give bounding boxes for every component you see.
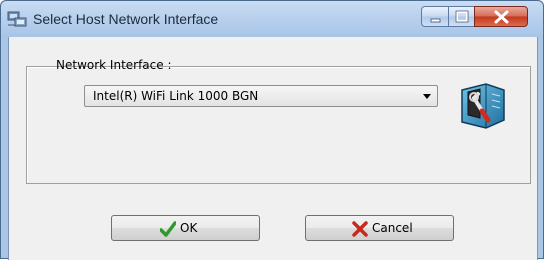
tools-wrench-icon xyxy=(456,80,508,132)
ok-button-label: OK xyxy=(180,221,198,235)
minimize-icon xyxy=(430,18,441,23)
window-title: Select Host Network Interface xyxy=(33,11,219,27)
close-icon xyxy=(494,10,509,24)
network-host-icon xyxy=(7,10,27,28)
dialog-window: Select Host Network Interface Network In… xyxy=(0,0,544,260)
chevron-down-icon[interactable] xyxy=(423,94,431,99)
maximize-button[interactable] xyxy=(448,6,475,27)
x-cross-icon xyxy=(352,221,368,237)
network-interface-dropdown[interactable]: Intel(R) WiFi Link 1000 BGN xyxy=(84,85,438,107)
network-interface-value: Intel(R) WiFi Link 1000 BGN xyxy=(93,89,259,103)
network-interface-label: Network Interface : xyxy=(56,58,172,72)
maximize-icon xyxy=(455,10,469,23)
title-bar[interactable]: Select Host Network Interface xyxy=(1,1,543,37)
cancel-button[interactable]: Cancel xyxy=(305,215,454,241)
cancel-button-label: Cancel xyxy=(372,221,413,235)
minimize-button[interactable] xyxy=(421,6,449,27)
checkmark-icon xyxy=(159,221,177,237)
close-button[interactable] xyxy=(474,6,528,27)
ok-button[interactable]: OK xyxy=(111,215,260,241)
